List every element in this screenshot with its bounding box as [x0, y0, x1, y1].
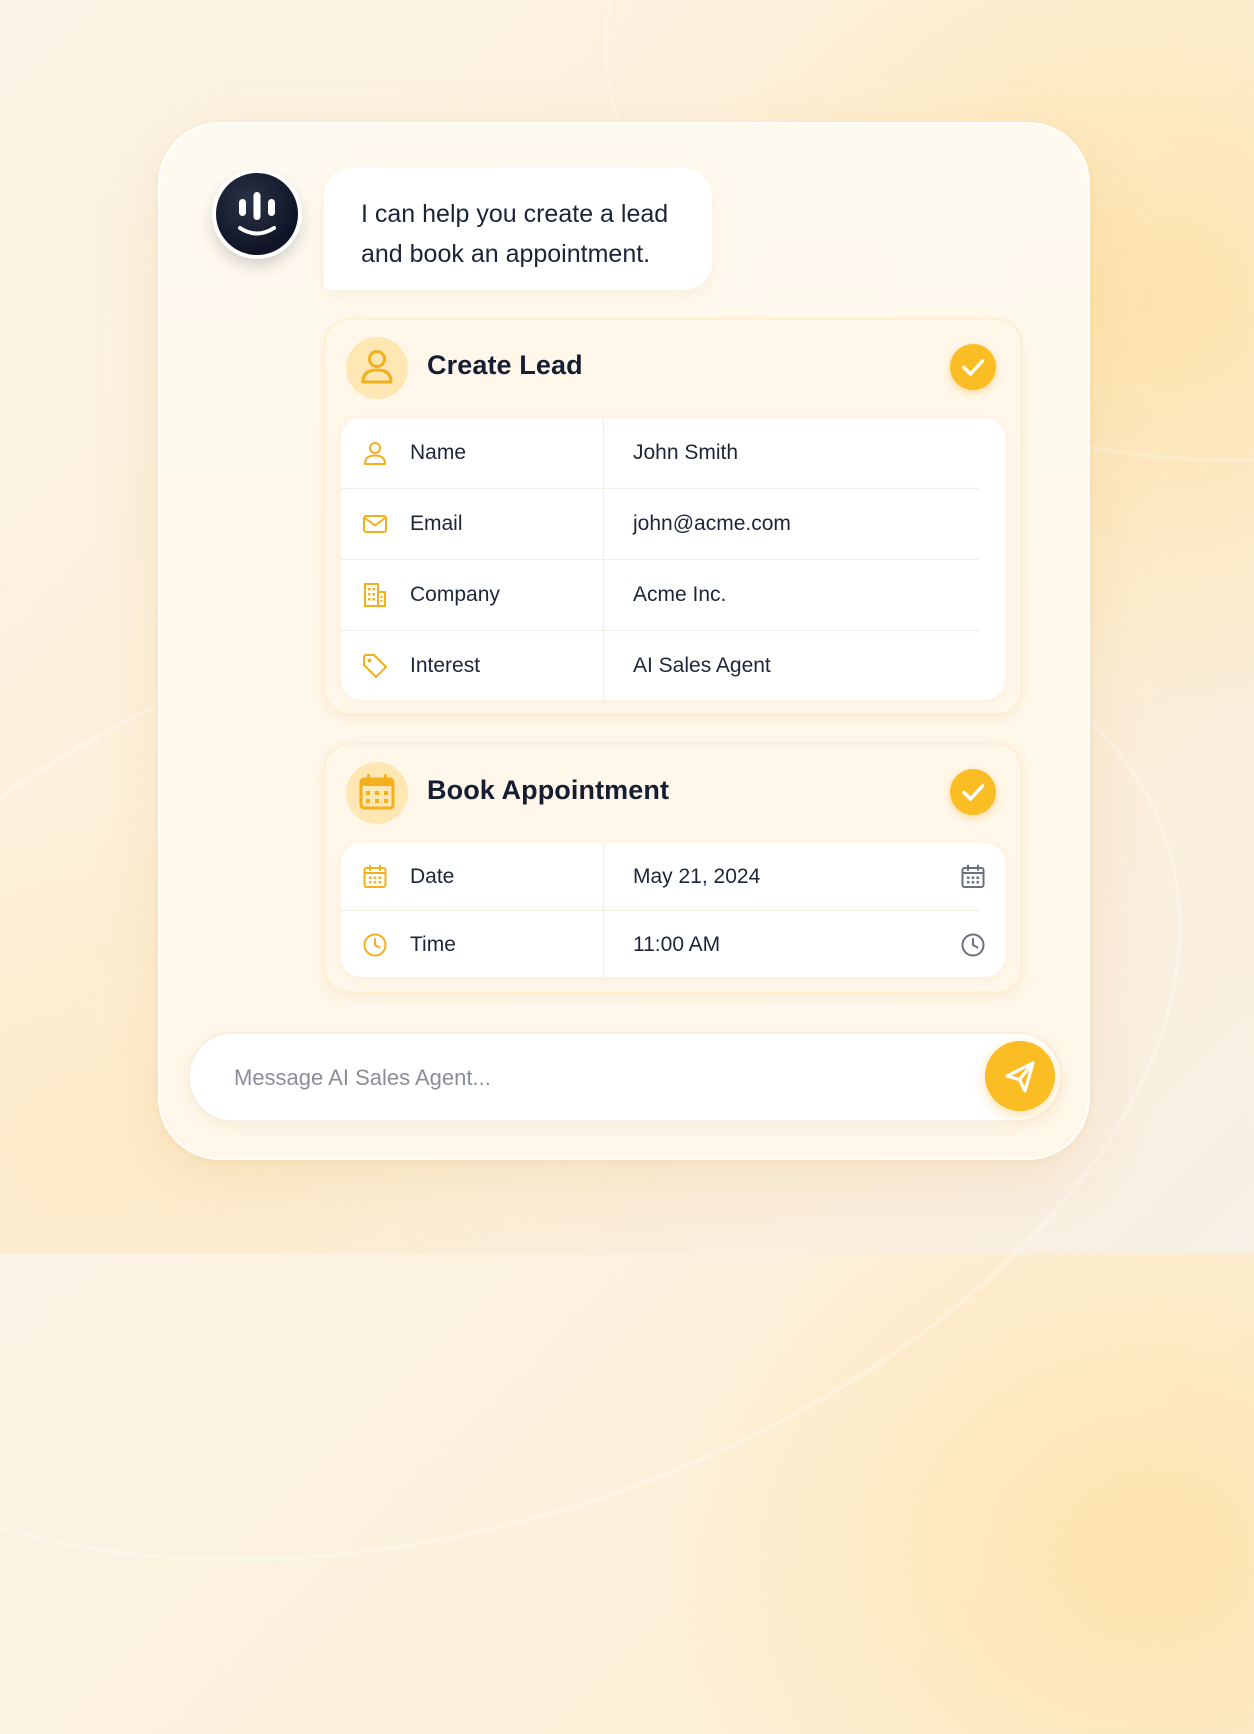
field-value[interactable]: AI Sales Agent: [633, 631, 771, 701]
clock-icon: [363, 933, 387, 957]
appointment-field-row-date[interactable]: Date May 21, 2024: [341, 843, 985, 911]
field-value[interactable]: Acme Inc.: [633, 560, 726, 630]
column-divider: [603, 631, 604, 703]
assistant-avatar: [216, 173, 298, 255]
clock-icon[interactable]: [959, 931, 987, 959]
field-label: Company: [410, 583, 500, 606]
create-lead-title: Create Lead: [427, 350, 583, 380]
message-input[interactable]: [232, 1052, 956, 1104]
building-icon: [364, 583, 386, 607]
field-value[interactable]: John Smith: [633, 418, 738, 488]
book-appointment-title: Book Appointment: [427, 775, 670, 805]
lead-fields-table: Name John Smith Email john@acme.com Comp…: [341, 418, 1005, 703]
field-value[interactable]: john@acme.com: [633, 489, 791, 559]
book-appointment-status: [950, 769, 996, 815]
assistant-message-line: and book an appointment.: [361, 240, 651, 268]
send-icon: [1005, 1061, 1035, 1093]
user-icon: [364, 442, 386, 465]
check-icon: [962, 784, 985, 801]
book-appointment-card: Book Appointment Date May 21, 2024 Time …: [324, 743, 1022, 993]
message-composer: [188, 1032, 1062, 1122]
lead-field-row-interest[interactable]: Interest AI Sales Agent: [341, 631, 979, 703]
voice-wave-icon: [238, 192, 276, 236]
calendar-icon: [363, 864, 387, 888]
lead-field-row-name[interactable]: Name John Smith: [341, 418, 979, 489]
appointment-field-row-time[interactable]: Time 11:00 AM: [341, 911, 985, 978]
create-lead-icon-badge: [346, 337, 408, 399]
column-divider: [603, 489, 604, 559]
calendar-icon: [359, 774, 395, 810]
field-label: Date: [410, 865, 455, 888]
field-value[interactable]: 11:00 AM: [633, 911, 720, 978]
mail-icon: [363, 515, 387, 533]
column-divider: [603, 560, 604, 630]
column-divider: [603, 911, 604, 978]
column-divider: [603, 418, 604, 488]
create-lead-card: Create Lead Name John Smith Email john@a…: [324, 318, 1022, 715]
field-label: Name: [410, 441, 467, 464]
column-divider: [603, 843, 604, 910]
book-appointment-icon-badge: [346, 762, 408, 824]
field-value[interactable]: May 21, 2024: [633, 843, 760, 910]
user-icon: [361, 350, 393, 384]
lead-field-row-email[interactable]: Email john@acme.com: [341, 489, 979, 560]
field-label: Email: [410, 512, 463, 535]
check-icon: [962, 359, 985, 376]
tag-icon: [363, 654, 387, 678]
assistant-message-bubble: I can help you create a lead and book an…: [324, 168, 712, 290]
send-button[interactable]: [985, 1041, 1055, 1111]
calendar-icon[interactable]: [959, 863, 987, 891]
appointment-fields-table: Date May 21, 2024 Time 11:00 AM: [341, 843, 1005, 978]
create-lead-status: [950, 344, 996, 390]
lead-field-row-company[interactable]: Company Acme Inc.: [341, 560, 979, 631]
field-label: Interest: [410, 654, 481, 677]
field-label: Time: [410, 933, 456, 956]
assistant-message-line: I can help you create a lead: [361, 200, 669, 228]
